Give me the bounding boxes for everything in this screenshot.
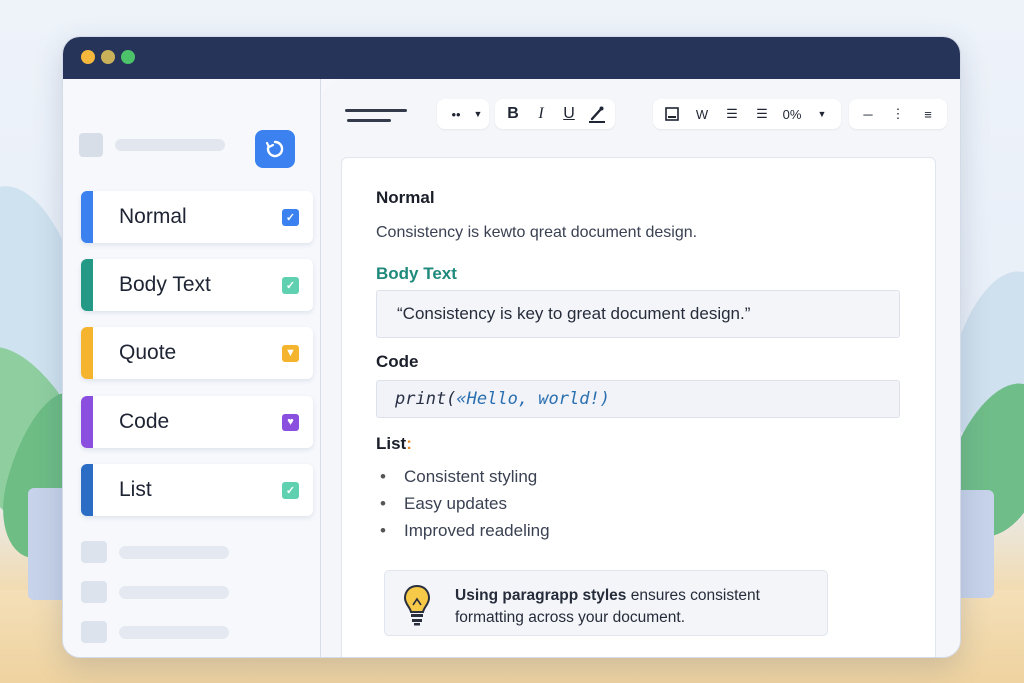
list-item-text: Consistent styling [404,467,538,486]
body-text-heading: Body Text [376,264,457,283]
quote-mark-icon[interactable]: ▼ [282,344,299,362]
list-heading-text: List [376,434,407,453]
style-item-body-text[interactable]: Body Text ✓ [81,259,313,311]
refresh-button[interactable] [255,130,295,168]
pen-line-icon[interactable] [345,101,409,127]
style-color-stripe [81,191,93,243]
checkbox-icon[interactable]: ✓ [282,208,299,226]
text-format-group: B I U [495,99,615,129]
style-item-list[interactable]: List ✓ [81,464,313,516]
tip-callout: Using paragrapp styles ensures consisten… [384,570,828,636]
more-options-dropdown[interactable]: •• ▼ [437,99,489,129]
more-dots-icon: •• [451,106,461,122]
list-item-text: Improved readeling [404,521,550,540]
list-item: • Improved readeling [380,521,550,540]
tip-text: Using paragrapp styles ensures consisten… [455,585,815,629]
placeholder-row [81,541,231,563]
list-tools-group: ─ ⋮ ≡ [849,99,947,129]
list-item: • Consistent styling [380,467,538,486]
bold-button[interactable]: B [499,100,527,128]
app-window: Normal ✓ Body Text ✓ Quote ▼ Code ♥ List… [62,36,961,658]
bullet-list-icon[interactable]: ≡ [913,100,943,128]
style-item-label: Body Text [119,273,211,296]
code-block: print(«Hello, world!) [376,380,900,418]
placeholder-row [81,621,231,643]
quote-block: “Consistency is key to great document de… [376,290,900,338]
style-item-label: Normal [119,205,187,228]
checkbox-icon[interactable]: ✓ [282,481,299,499]
normal-paragraph: Consistency is kewto qreat document desi… [376,224,698,241]
save-icon[interactable] [657,100,687,128]
list-item-text: Easy updates [404,494,508,513]
code-string: «Hello, world!) [456,389,610,409]
sidebar-placeholder-icon [79,133,103,157]
vertical-dots-icon[interactable]: ⋮ [883,100,913,128]
underline-button[interactable]: U [555,100,583,128]
highlight-pen-button[interactable] [583,100,611,128]
minimize-window-button[interactable] [101,50,115,64]
formatting-toolbar: •• ▼ B I U W ☰ ☰ 0% ▼ ─ ⋮ ≡ [321,79,960,149]
refresh-icon [265,140,284,158]
lightbulb-icon [403,584,431,626]
code-function: print( [395,389,457,409]
style-color-stripe [81,259,93,311]
maximize-window-button[interactable] [121,50,135,64]
normal-heading: Normal [376,188,435,207]
percent-button[interactable]: 0% [777,100,807,128]
tip-bold-text: Using paragrapp styles [455,587,627,604]
chevron-down-icon[interactable]: ▼ [807,100,837,128]
code-heading: Code [376,352,419,371]
style-item-quote[interactable]: Quote ▼ [81,327,313,379]
style-color-stripe [81,327,93,379]
close-window-button[interactable] [81,50,95,64]
list-heading: List: [376,434,412,454]
chevron-down-icon: ▼ [473,109,483,119]
style-color-stripe [81,396,93,448]
style-item-label: List [119,478,152,501]
style-color-stripe [81,464,93,516]
line-spacing-icon[interactable]: ─ [853,100,883,128]
styles-sidebar: Normal ✓ Body Text ✓ Quote ▼ Code ♥ List… [63,79,321,657]
align-center-icon[interactable]: ☰ [747,100,777,128]
style-item-label: Quote [119,341,177,364]
heart-icon[interactable]: ♥ [282,413,299,431]
italic-button[interactable]: I [527,100,555,128]
style-item-code[interactable]: Code ♥ [81,396,313,448]
align-left-icon[interactable]: ☰ [717,100,747,128]
list-item: • Easy updates [380,494,508,513]
placeholder-row [81,581,231,603]
quote-text: “Consistency is key to great document de… [397,304,751,323]
pen-icon [589,106,605,123]
editor-area: •• ▼ B I U W ☰ ☰ 0% ▼ ─ ⋮ ≡ Normal Consi… [321,79,960,657]
paragraph-tools-group: W ☰ ☰ 0% ▼ [653,99,841,129]
sidebar-placeholder-text [115,139,225,151]
word-button[interactable]: W [687,100,717,128]
style-item-normal[interactable]: Normal ✓ [81,191,313,243]
style-item-label: Code [119,410,170,433]
checkbox-icon[interactable]: ✓ [282,276,299,294]
list-heading-colon: : [406,434,412,453]
document-page[interactable]: Normal Consistency is kewto qreat docume… [341,157,936,657]
title-bar [63,37,960,79]
